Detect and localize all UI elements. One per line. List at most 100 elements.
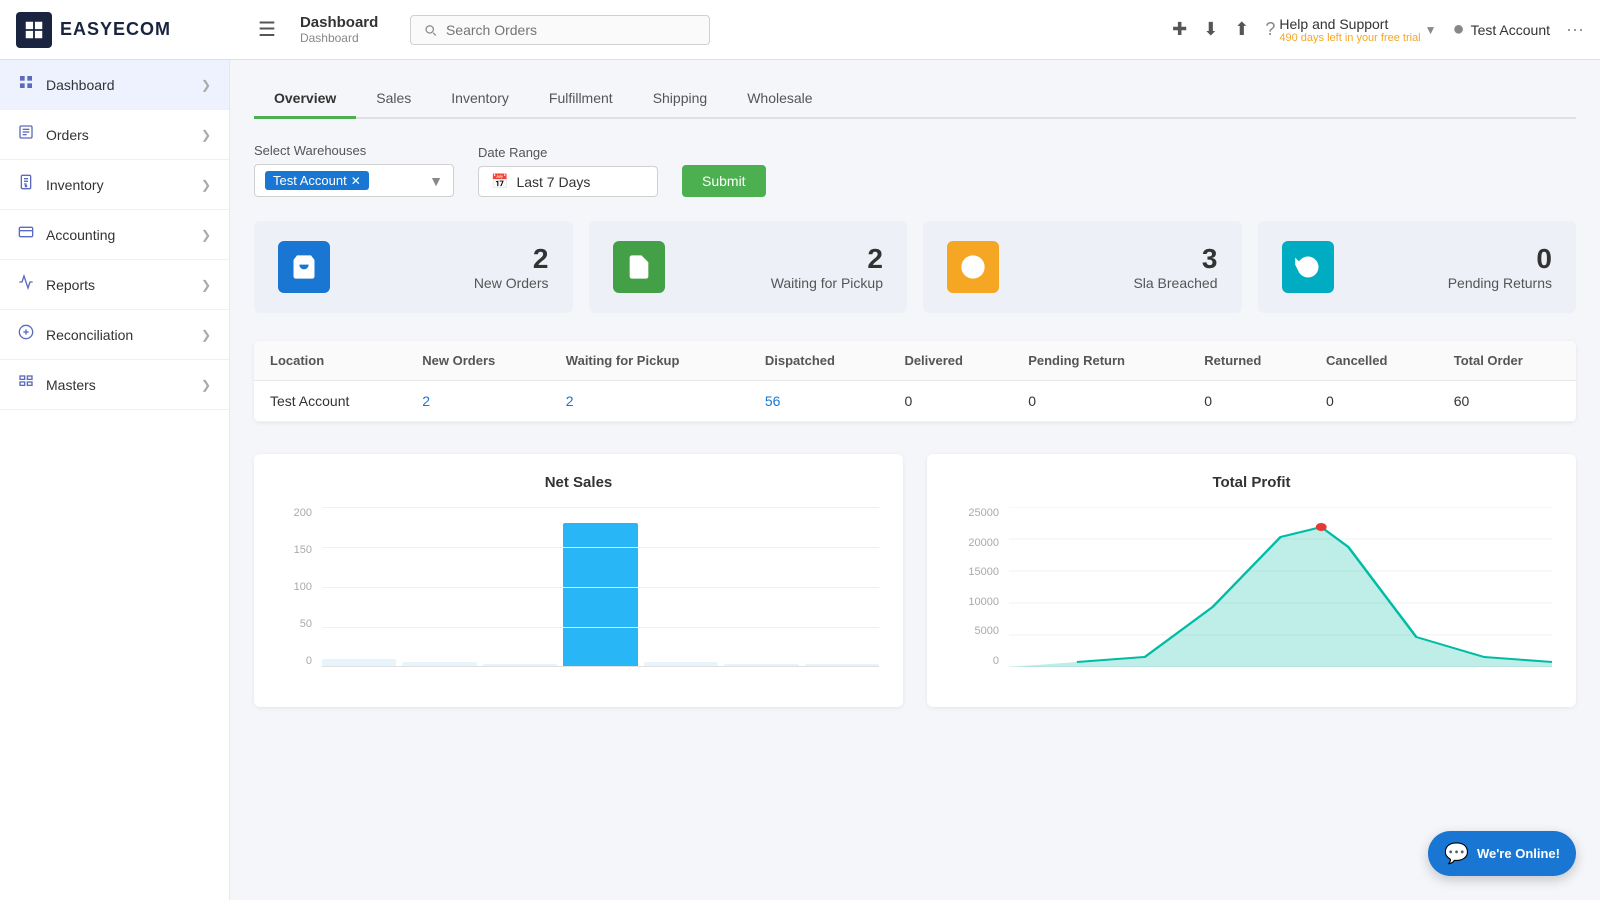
calendar-icon: 📅 xyxy=(491,173,508,190)
cell-total-order: 60 xyxy=(1438,381,1576,422)
new-orders-info: 2 New Orders xyxy=(474,243,549,291)
warehouse-select[interactable]: Test Account ✕ ▼ xyxy=(254,164,454,197)
accounting-icon xyxy=(18,224,34,245)
net-sales-title: Net Sales xyxy=(278,474,879,491)
tab-fulfillment[interactable]: Fulfillment xyxy=(529,80,633,119)
warehouse-label: Select Warehouses xyxy=(254,143,454,158)
hamburger-icon[interactable]: ☰ xyxy=(258,17,276,42)
logo-area: EASYECOM xyxy=(16,12,246,48)
warehouse-filter: Select Warehouses Test Account ✕ ▼ xyxy=(254,143,454,197)
search-input[interactable] xyxy=(446,22,697,38)
sidebar-item-reports[interactable]: Reports ❯ xyxy=(0,260,229,310)
tab-overview[interactable]: Overview xyxy=(254,80,356,119)
reconciliation-icon xyxy=(18,324,34,345)
col-header-new-orders: New Orders xyxy=(406,341,550,381)
chevron-down-icon: ▼ xyxy=(1425,23,1437,37)
search-area xyxy=(410,15,710,45)
peak-dot xyxy=(1316,523,1327,531)
table-row: Test Account 2 2 56 0 0 0 0 60 xyxy=(254,381,1576,422)
topbar: EASYECOM ☰ Dashboard Dashboard ✚ ⬇ ⬆ ? H… xyxy=(0,0,1600,60)
chevron-right-icon: ❯ xyxy=(201,328,211,342)
account-icon: ● xyxy=(1453,18,1465,41)
sla-breached-count: 3 xyxy=(1133,243,1217,275)
tab-wholesale[interactable]: Wholesale xyxy=(727,80,832,119)
stat-card-pending-returns[interactable]: 0 Pending Returns xyxy=(1258,221,1577,313)
col-header-total-order: Total Order xyxy=(1438,341,1576,381)
net-sales-chart: Net Sales 200 150 100 50 0 xyxy=(254,454,903,707)
dropdown-arrow-icon[interactable]: ▼ xyxy=(429,173,443,189)
new-orders-label: New Orders xyxy=(474,275,549,291)
stat-card-new-orders[interactable]: 2 New Orders xyxy=(254,221,573,313)
chat-widget[interactable]: 💬 We're Online! xyxy=(1428,831,1576,876)
add-icon[interactable]: ✚ xyxy=(1172,19,1187,40)
col-header-delivered: Delivered xyxy=(888,341,1012,381)
upload-icon[interactable]: ⬆ xyxy=(1234,19,1249,40)
cell-cancelled: 0 xyxy=(1310,381,1438,422)
chevron-right-icon: ❯ xyxy=(201,78,211,92)
logo-text: EASYECOM xyxy=(60,19,171,40)
tag-remove-icon[interactable]: ✕ xyxy=(351,174,361,188)
waiting-pickup-icon xyxy=(613,241,665,293)
main-content: Overview Sales Inventory Fulfillment Shi… xyxy=(230,60,1600,900)
filters-row: Select Warehouses Test Account ✕ ▼ Date … xyxy=(254,143,1576,197)
help-icon: ? xyxy=(1265,19,1275,40)
more-options-icon[interactable]: ··· xyxy=(1566,19,1584,40)
waiting-pickup-info: 2 Waiting for Pickup xyxy=(771,243,883,291)
pending-returns-count: 0 xyxy=(1448,243,1552,275)
sidebar-label-orders: Orders xyxy=(46,127,89,143)
orders-icon xyxy=(18,124,34,145)
reports-icon xyxy=(18,274,34,295)
submit-button[interactable]: Submit xyxy=(682,165,766,197)
new-orders-icon xyxy=(278,241,330,293)
sidebar-item-masters[interactable]: Masters ❯ xyxy=(0,360,229,410)
sidebar-item-orders[interactable]: Orders ❯ xyxy=(0,110,229,160)
tab-inventory[interactable]: Inventory xyxy=(431,80,529,119)
sidebar: Dashboard ❯ Orders ❯ Inventory ❯ Account… xyxy=(0,60,230,900)
date-range-select[interactable]: 📅 Last 7 Days xyxy=(478,166,658,197)
dashboard-icon xyxy=(18,74,34,95)
chevron-right-icon: ❯ xyxy=(201,378,211,392)
sidebar-item-inventory[interactable]: Inventory ❯ xyxy=(0,160,229,210)
total-profit-chart: Total Profit 25000 20000 15000 10000 500… xyxy=(927,454,1576,707)
masters-icon xyxy=(18,374,34,395)
help-support-text: Help and Support 490 days left in your f… xyxy=(1279,16,1420,44)
cell-new-orders[interactable]: 2 xyxy=(406,381,550,422)
date-range-label: Date Range xyxy=(478,145,658,160)
col-header-waiting-pickup: Waiting for Pickup xyxy=(550,341,749,381)
charts-row: Net Sales 200 150 100 50 0 xyxy=(254,454,1576,707)
chat-widget-label: We're Online! xyxy=(1477,846,1560,861)
sidebar-label-reconciliation: Reconciliation xyxy=(46,327,133,343)
sla-breached-label: Sla Breached xyxy=(1133,275,1217,291)
cell-dispatched[interactable]: 56 xyxy=(749,381,889,422)
cell-location: Test Account xyxy=(254,381,406,422)
pending-returns-info: 0 Pending Returns xyxy=(1448,243,1552,291)
sidebar-item-reconciliation[interactable]: Reconciliation ❯ xyxy=(0,310,229,360)
search-icon xyxy=(423,22,438,38)
col-header-location: Location xyxy=(254,341,406,381)
net-sales-chart-area: 200 150 100 50 0 xyxy=(278,507,879,687)
waiting-pickup-count: 2 xyxy=(771,243,883,275)
inventory-icon xyxy=(18,174,34,195)
cell-pending-return: 0 xyxy=(1012,381,1188,422)
stat-cards: 2 New Orders 2 Waiting for Pickup 3 Sla … xyxy=(254,221,1576,313)
sidebar-label-accounting: Accounting xyxy=(46,227,115,243)
download-icon[interactable]: ⬇ xyxy=(1203,19,1218,40)
chevron-right-icon: ❯ xyxy=(201,128,211,142)
chevron-right-icon: ❯ xyxy=(201,178,211,192)
chevron-right-icon: ❯ xyxy=(201,228,211,242)
sla-breached-icon xyxy=(947,241,999,293)
col-header-cancelled: Cancelled xyxy=(1310,341,1438,381)
help-support[interactable]: ? Help and Support 490 days left in your… xyxy=(1265,16,1436,44)
search-box xyxy=(410,15,710,45)
sidebar-label-reports: Reports xyxy=(46,277,95,293)
cell-waiting-pickup[interactable]: 2 xyxy=(550,381,749,422)
date-range-filter: Date Range 📅 Last 7 Days xyxy=(478,145,658,197)
account-area[interactable]: ● Test Account xyxy=(1453,18,1550,41)
stat-card-sla-breached[interactable]: 3 Sla Breached xyxy=(923,221,1242,313)
tab-sales[interactable]: Sales xyxy=(356,80,431,119)
date-value: Last 7 Days xyxy=(516,174,590,190)
sidebar-item-dashboard[interactable]: Dashboard ❯ xyxy=(0,60,229,110)
tab-shipping[interactable]: Shipping xyxy=(633,80,728,119)
sidebar-item-accounting[interactable]: Accounting ❯ xyxy=(0,210,229,260)
stat-card-waiting-pickup[interactable]: 2 Waiting for Pickup xyxy=(589,221,908,313)
